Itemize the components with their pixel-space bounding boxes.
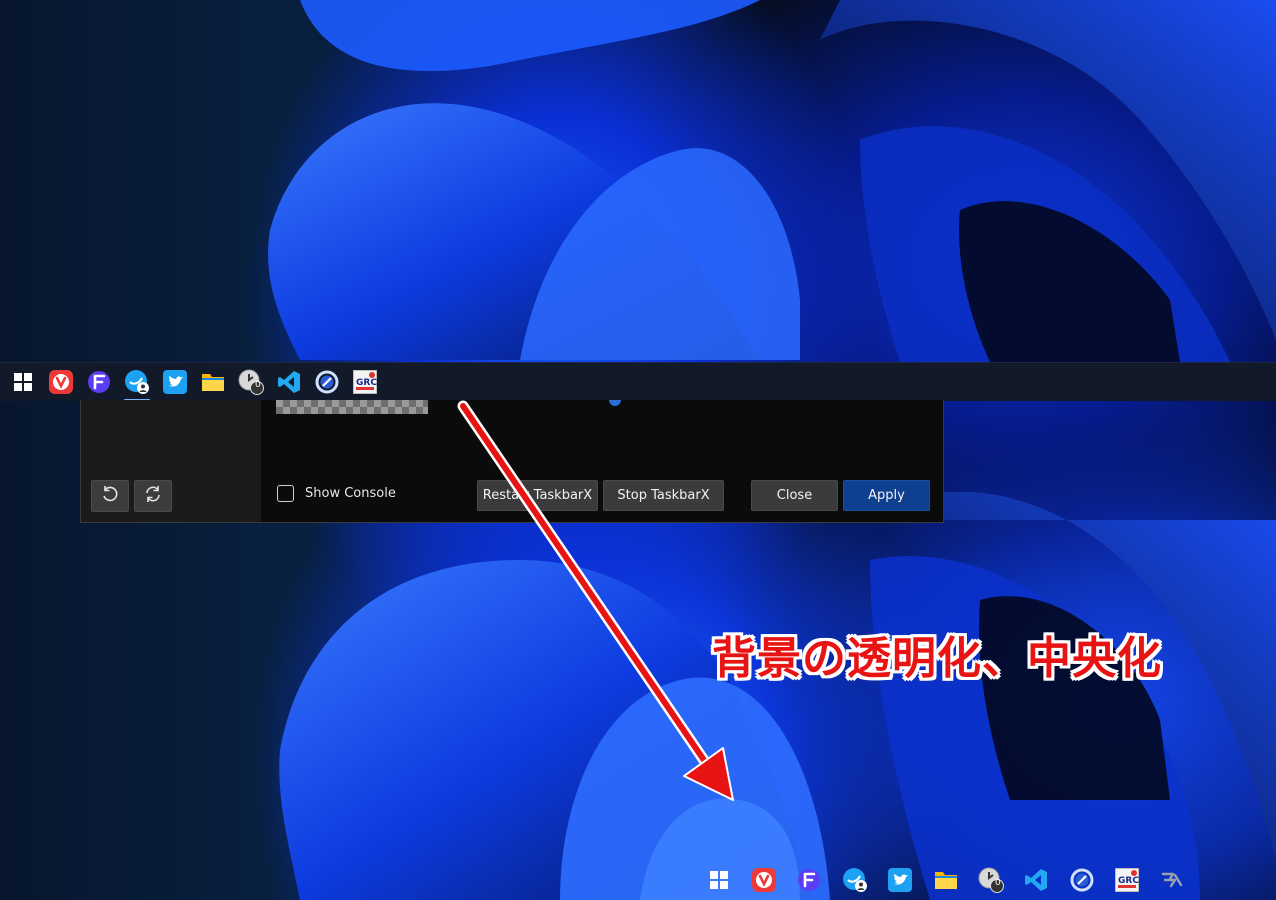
twitter-client-profile-icon[interactable]: [839, 864, 871, 896]
clock-badge-count: 0: [255, 380, 261, 390]
taskbarx-icon[interactable]: [1156, 864, 1188, 896]
config-main-panel: [261, 400, 943, 522]
clock-badge-icon[interactable]: 0: [975, 864, 1007, 896]
taskbar-bottom: 0 GRC: [0, 862, 1276, 900]
fences-icon[interactable]: [793, 864, 825, 896]
restart-taskbarx-button[interactable]: Restart TaskbarX: [477, 480, 598, 511]
twitter-icon[interactable]: [159, 366, 191, 398]
start-icon[interactable]: [7, 366, 39, 398]
start-icon[interactable]: [703, 864, 735, 896]
stop-taskbarx-button[interactable]: Stop TaskbarX: [603, 480, 724, 511]
taskbarx-configurator-window: Show Console Restart TaskbarX Stop Taskb…: [80, 400, 944, 523]
twitter-client-profile-icon[interactable]: [121, 366, 153, 401]
vivaldi-icon[interactable]: [748, 864, 780, 896]
clock-badge-icon[interactable]: 0: [235, 366, 267, 398]
undo-icon: [100, 484, 120, 508]
vscode-icon[interactable]: [273, 366, 305, 398]
refresh-button[interactable]: [134, 480, 172, 512]
show-console-checkbox[interactable]: [277, 485, 294, 502]
clock-badge-count: 0: [994, 878, 1001, 888]
simplenote-icon[interactable]: [311, 366, 343, 398]
twitter-icon[interactable]: [884, 864, 916, 896]
simplenote-icon[interactable]: [1066, 864, 1098, 896]
close-button[interactable]: Close: [751, 480, 838, 511]
reset-button[interactable]: [91, 480, 129, 512]
svg-text:GRC: GRC: [356, 378, 377, 388]
annotation-caption: 背景の透明化、中央化: [712, 633, 1162, 684]
grc-icon[interactable]: GRC: [1111, 864, 1143, 896]
fences-icon[interactable]: [83, 366, 115, 398]
svg-text:GRC: GRC: [1118, 876, 1139, 886]
vivaldi-icon[interactable]: [45, 366, 77, 398]
grc-icon[interactable]: GRC: [349, 366, 381, 398]
show-console-label: Show Console: [305, 486, 396, 501]
transparency-color-swatch[interactable]: [276, 400, 428, 414]
config-sidebar: [81, 400, 261, 522]
refresh-icon: [143, 484, 163, 508]
taskbar-top: 0 GRC: [0, 362, 1276, 401]
vscode-icon[interactable]: [1020, 864, 1052, 896]
file-explorer-icon[interactable]: [197, 366, 229, 398]
apply-button[interactable]: Apply: [843, 480, 930, 511]
file-explorer-icon[interactable]: [930, 864, 962, 896]
